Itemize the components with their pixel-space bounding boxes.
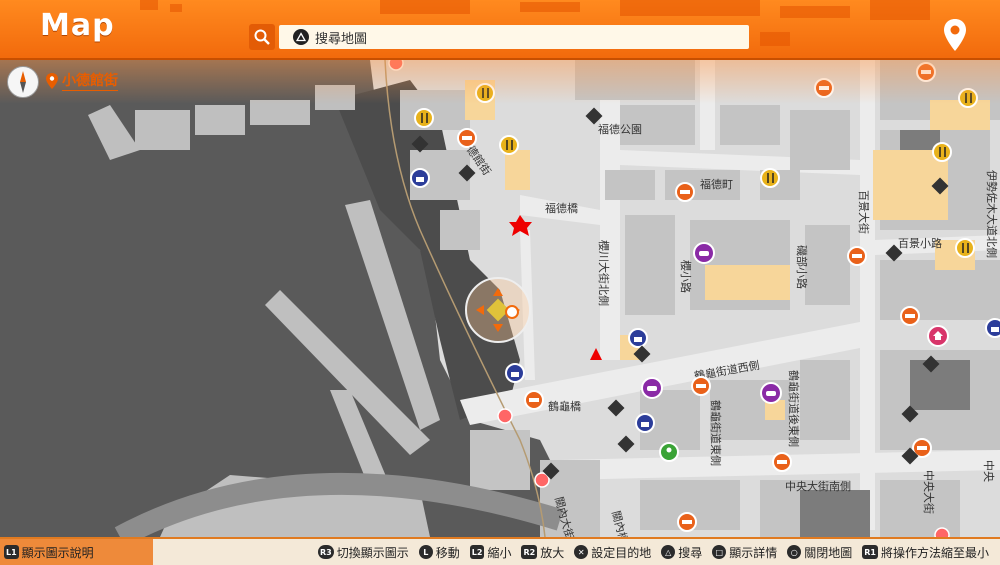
page-title: Map [40,8,115,43]
r3-button-icon: R3 [318,545,334,559]
label-tsuru-east2: 鶴龜街道後東側 [787,370,801,447]
l1-button-icon: L1 [4,545,19,559]
label-sakuragawa: 櫻川大街北側 [597,240,611,306]
location-pin-small-icon [46,72,58,89]
player-marker [465,277,531,343]
search-icon [254,29,270,45]
compass-icon[interactable] [7,66,39,98]
hint-details[interactable]: □ 顯示詳情 [708,544,777,561]
square-button-icon: □ [712,545,727,559]
legend-toggle[interactable]: L1 顯示圖示說明 [0,539,153,565]
label-tsuru-east: 鶴龜街道東側 [709,400,723,466]
map-view[interactable]: 福德公園 福德橋 福德町 百景小路 鶴龜橋 鶴龜街道西側 中央大街南側 百景大街… [0,60,1000,537]
hint-label: 縮小 [487,545,512,560]
home-pin-icon[interactable] [927,325,949,347]
legend-label: 顯示圖示說明 [21,545,94,560]
hint-label: 搜尋 [678,545,703,560]
hint-label: 設定目的地 [591,545,652,560]
header-bar: Map 搜尋地圖 [0,0,1000,60]
label-hyakkei-avenue: 百景大街 [857,190,871,234]
hint-minimize-controls[interactable]: R1 將操作方法縮至最小 [858,544,989,561]
hint-label: 放大 [540,545,565,560]
label-right-edge: 中央 [982,460,995,482]
label-ise-street: 伊勢佐木大道北側 [985,170,999,258]
l2-button-icon: L2 [469,545,485,559]
search-button[interactable] [249,24,275,50]
label-fukutoku-cho: 福德町 [700,177,733,191]
hint-zoom-out[interactable]: L2 縮小 [466,544,512,561]
label-nohara-lane: 櫻小路 [679,260,693,293]
circle-button-icon: ○ [787,545,802,559]
hint-label: 關閉地圖 [804,545,853,560]
location-bar [0,60,1000,104]
hint-label: 切換顯示圖示 [336,545,409,560]
r1-button-icon: R1 [862,545,878,559]
location-pin-icon[interactable] [942,18,968,56]
hint-zoom-in[interactable]: R2 放大 [517,544,564,561]
label-fukutoku-park: 福德公園 [598,122,642,136]
r2-button-icon: R2 [521,545,538,559]
search-placeholder: 搜尋地圖 [315,31,368,47]
hint-toggle-icons[interactable]: R3 切換顯示圖示 [314,544,409,561]
current-location-name: 小德館街 [62,70,118,91]
label-fukutoku-bridge: 福德橋 [545,201,578,215]
hint-label: 將操作方法縮至最小 [881,545,990,560]
triangle-button-icon: △ [661,545,676,559]
label-chuo-south: 中央大街南側 [785,479,851,493]
hint-label: 移動 [435,545,460,560]
controls-bar: L1 顯示圖示說明 R3 切換顯示圖示 L 移動 L2 縮小 R2 放大 ✕ 設定目的地 … [0,537,1000,565]
l-stick-icon: L [418,545,433,559]
hint-label: 顯示詳情 [729,545,778,560]
triangle-button-icon [293,29,309,45]
hint-set-destination[interactable]: ✕ 設定目的地 [570,544,651,561]
label-okuno-lane: 磯部小路 [795,245,809,289]
hint-search[interactable]: △ 搜尋 [657,544,702,561]
control-hints: R3 切換顯示圖示 L 移動 L2 縮小 R2 放大 ✕ 設定目的地 △ 搜尋 □ 顯示詳情 … [314,539,995,565]
label-hyakkei-lane: 百景小路 [898,237,942,250]
green-person-pin-icon[interactable] [659,442,679,462]
hint-move[interactable]: L 移動 [415,544,460,561]
label-chuo-north: 中央大街 [922,470,936,514]
current-location: 小德館街 [46,70,118,91]
label-tsuru-bridge: 鶴龜橋 [548,399,581,413]
cross-button-icon: ✕ [574,545,589,559]
search-input[interactable]: 搜尋地圖 [279,25,749,49]
hint-close-map[interactable]: ○ 關閉地圖 [783,544,852,561]
